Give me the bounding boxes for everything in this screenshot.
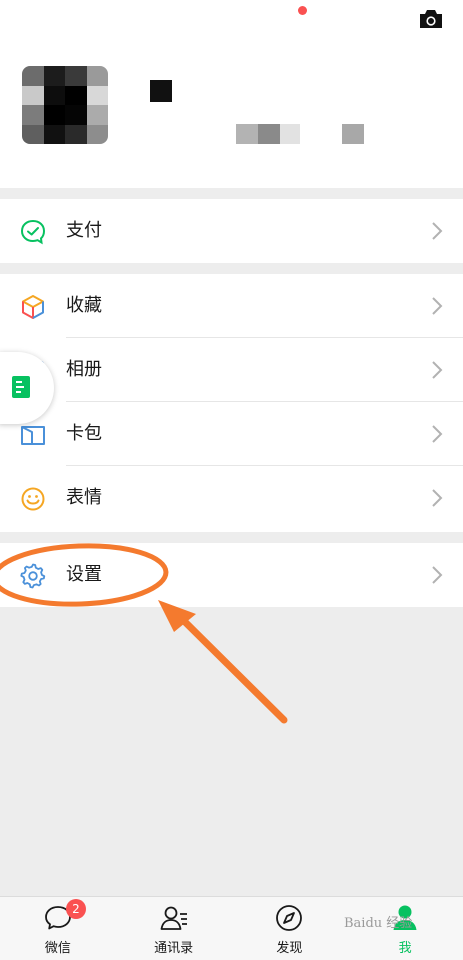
favorites-cube-icon	[22, 295, 44, 319]
tab-label-contacts: 通讯录	[154, 941, 194, 956]
discover-red-dot	[298, 6, 307, 15]
annotation-arrow-shaft	[171, 608, 288, 724]
wechat-id-redacted	[236, 124, 258, 144]
profile-header[interactable]	[0, 0, 463, 188]
chevron-right-icon	[432, 425, 443, 443]
menu-label-settings: 设置	[66, 564, 102, 585]
chevron-right-icon	[432, 361, 443, 379]
pay-group: 支付	[0, 199, 463, 263]
tab-discover[interactable]: 发现	[232, 897, 348, 960]
menu-label-stickers: 表情	[66, 487, 102, 508]
chevron-right-icon	[432, 489, 443, 507]
tab-label-discover: 发现	[276, 941, 303, 956]
unread-badge: 2	[66, 899, 86, 919]
wechat-id-redacted	[280, 124, 300, 144]
menu-item-pay[interactable]: 支付	[0, 199, 463, 263]
menu-item-settings[interactable]: 设置	[0, 543, 463, 607]
wechat-id-redacted	[258, 124, 280, 144]
main-menu-group: 收藏 相册 卡包 表情	[0, 274, 463, 532]
tab-contacts[interactable]: 通讯录	[116, 897, 232, 960]
watermark: Baidu 经验	[344, 916, 413, 931]
menu-item-cards[interactable]: 卡包	[0, 402, 463, 466]
tab-label-chats: 微信	[44, 941, 71, 956]
menu-label-favorites: 收藏	[66, 295, 102, 316]
menu-item-stickers[interactable]: 表情	[0, 466, 463, 530]
nickname-redacted	[150, 80, 172, 102]
avatar[interactable]	[22, 66, 108, 144]
tab-label-me: 我	[398, 941, 412, 956]
chevron-right-icon	[432, 297, 443, 315]
pay-icon	[20, 219, 46, 245]
camera-icon[interactable]	[418, 8, 444, 30]
card-wallet-icon	[21, 426, 45, 445]
chevron-right-icon	[432, 566, 443, 584]
menu-label-cards: 卡包	[66, 423, 102, 444]
menu-item-favorites[interactable]: 收藏	[0, 274, 463, 338]
document-icon	[12, 376, 30, 398]
compass-icon	[276, 905, 303, 931]
gear-icon	[20, 563, 46, 589]
smiley-icon	[21, 487, 45, 511]
menu-label-pay: 支付	[66, 220, 102, 241]
menu-label-album: 相册	[66, 359, 102, 380]
chevron-right-icon	[432, 222, 443, 240]
tab-chats[interactable]: 2 微信	[0, 897, 116, 960]
wechat-id-redacted	[342, 124, 364, 144]
settings-group: 设置	[0, 543, 463, 607]
menu-item-album[interactable]: 相册	[0, 338, 463, 402]
contacts-icon	[160, 906, 187, 930]
